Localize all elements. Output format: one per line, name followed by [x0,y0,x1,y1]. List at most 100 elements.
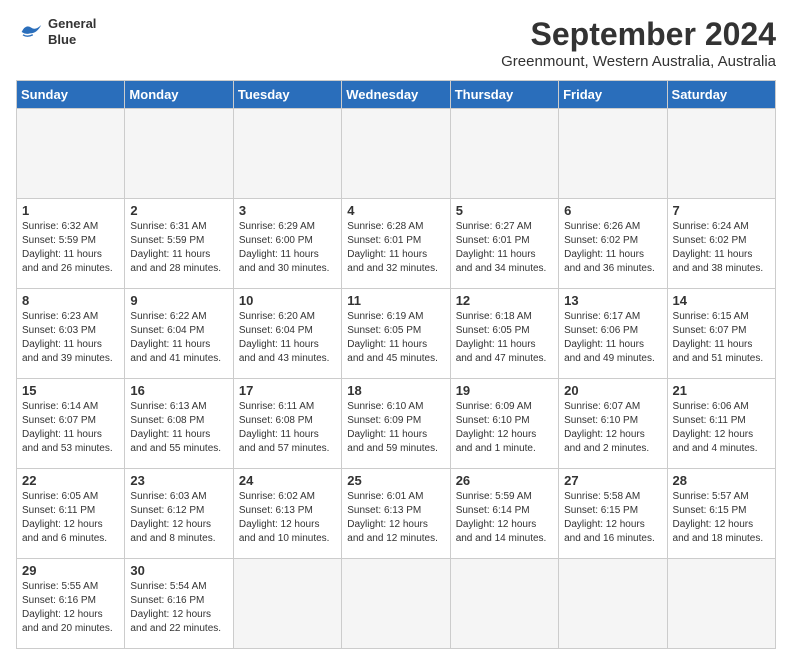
calendar-header-row: SundayMondayTuesdayWednesdayThursdayFrid… [17,81,776,109]
calendar-week-row [17,109,776,199]
day-info: Sunrise: 6:01 AMSunset: 6:13 PMDaylight:… [347,490,444,546]
day-info: Sunrise: 6:02 AMSunset: 6:13 PMDaylight:… [239,490,336,546]
day-number: 19 [456,383,553,398]
calendar-cell: 27 Sunrise: 5:58 AMSunset: 6:15 PMDayligh… [559,469,667,559]
logo: General Blue [16,16,96,47]
day-info: Sunrise: 6:20 AMSunset: 6:04 PMDaylight:… [239,310,336,366]
day-info: Sunrise: 6:03 AMSunset: 6:12 PMDaylight:… [130,490,227,546]
calendar-cell [559,109,667,199]
calendar-cell: 14 Sunrise: 6:15 AMSunset: 6:07 PMDayligh… [667,289,775,379]
day-number: 1 [22,203,119,218]
calendar-cell: 29 Sunrise: 5:55 AMSunset: 6:16 PMDayligh… [17,559,125,649]
calendar-cell: 25 Sunrise: 6:01 AMSunset: 6:13 PMDayligh… [342,469,450,559]
header: General Blue September 2024 Greenmount, … [16,16,776,70]
day-info: Sunrise: 5:58 AMSunset: 6:15 PMDaylight:… [564,490,661,546]
logo-icon [16,18,44,46]
calendar-cell [559,559,667,649]
day-info: Sunrise: 6:19 AMSunset: 6:05 PMDaylight:… [347,310,444,366]
day-info: Sunrise: 6:27 AMSunset: 6:01 PMDaylight:… [456,220,553,276]
day-number: 27 [564,473,661,488]
day-number: 22 [22,473,119,488]
day-info: Sunrise: 6:15 AMSunset: 6:07 PMDaylight:… [673,310,770,366]
day-header-tuesday: Tuesday [233,81,341,109]
day-number: 10 [239,293,336,308]
day-number: 25 [347,473,444,488]
calendar-cell: 6Sunrise: 6:26 AMSunset: 6:02 PMDaylight… [559,199,667,289]
day-info: Sunrise: 6:17 AMSunset: 6:06 PMDaylight:… [564,310,661,366]
day-number: 3 [239,203,336,218]
day-number: 7 [673,203,770,218]
day-number: 12 [456,293,553,308]
calendar-cell: 11 Sunrise: 6:19 AMSunset: 6:05 PMDayligh… [342,289,450,379]
day-info: Sunrise: 5:57 AMSunset: 6:15 PMDaylight:… [673,490,770,546]
calendar-cell: 8 Sunrise: 6:23 AMSunset: 6:03 PMDaylight… [17,289,125,379]
day-header-wednesday: Wednesday [342,81,450,109]
calendar-cell [233,109,341,199]
calendar-cell: 12 Sunrise: 6:18 AMSunset: 6:05 PMDayligh… [450,289,558,379]
calendar-table: SundayMondayTuesdayWednesdayThursdayFrid… [16,80,776,649]
calendar-cell: 20Sunrise: 6:07 AMSunset: 6:10 PMDayligh… [559,379,667,469]
day-number: 14 [673,293,770,308]
day-info: Sunrise: 5:59 AMSunset: 6:14 PMDaylight:… [456,490,553,546]
calendar-cell [233,559,341,649]
day-header-friday: Friday [559,81,667,109]
day-number: 18 [347,383,444,398]
calendar-cell: 24Sunrise: 6:02 AMSunset: 6:13 PMDayligh… [233,469,341,559]
calendar-cell: 1 Sunrise: 6:32 AMSunset: 5:59 PMDaylight… [17,199,125,289]
day-info: Sunrise: 6:14 AMSunset: 6:07 PMDaylight:… [22,400,119,456]
day-number: 6 [564,203,661,218]
calendar-cell: 15 Sunrise: 6:14 AMSunset: 6:07 PMDayligh… [17,379,125,469]
calendar-cell: 5Sunrise: 6:27 AMSunset: 6:01 PMDaylight… [450,199,558,289]
day-info: Sunrise: 6:18 AMSunset: 6:05 PMDaylight:… [456,310,553,366]
day-info: Sunrise: 6:07 AMSunset: 6:10 PMDaylight:… [564,400,661,456]
calendar-cell [667,109,775,199]
calendar-cell: 2 Sunrise: 6:31 AMSunset: 5:59 PMDaylight… [125,199,233,289]
day-number: 4 [347,203,444,218]
day-number: 15 [22,383,119,398]
calendar-cell: 18 Sunrise: 6:10 AMSunset: 6:09 PMDayligh… [342,379,450,469]
calendar-cell: 13 Sunrise: 6:17 AMSunset: 6:06 PMDayligh… [559,289,667,379]
day-info: Sunrise: 6:11 AMSunset: 6:08 PMDaylight:… [239,400,336,456]
day-info: Sunrise: 6:06 AMSunset: 6:11 PMDaylight:… [673,400,770,456]
calendar-week-row: 1 Sunrise: 6:32 AMSunset: 5:59 PMDaylight… [17,199,776,289]
day-number: 8 [22,293,119,308]
calendar-cell: 3Sunrise: 6:29 AMSunset: 6:00 PMDaylight… [233,199,341,289]
calendar-cell: 23 Sunrise: 6:03 AMSunset: 6:12 PMDayligh… [125,469,233,559]
calendar-cell: 9Sunrise: 6:22 AMSunset: 6:04 PMDaylight… [125,289,233,379]
calendar-cell: 28Sunrise: 5:57 AMSunset: 6:15 PMDayligh… [667,469,775,559]
day-number: 13 [564,293,661,308]
day-number: 26 [456,473,553,488]
month-title: September 2024 [501,16,776,53]
day-info: Sunrise: 6:09 AMSunset: 6:10 PMDaylight:… [456,400,553,456]
day-number: 21 [673,383,770,398]
day-number: 2 [130,203,227,218]
calendar-cell: 21 Sunrise: 6:06 AMSunset: 6:11 PMDayligh… [667,379,775,469]
day-header-sunday: Sunday [17,81,125,109]
day-info: Sunrise: 6:23 AMSunset: 6:03 PMDaylight:… [22,310,119,366]
day-info: Sunrise: 6:05 AMSunset: 6:11 PMDaylight:… [22,490,119,546]
day-info: Sunrise: 6:31 AMSunset: 5:59 PMDaylight:… [130,220,227,276]
day-info: Sunrise: 5:55 AMSunset: 6:16 PMDaylight:… [22,580,119,636]
calendar-cell [667,559,775,649]
title-area: September 2024 Greenmount, Western Austr… [501,16,776,70]
calendar-cell: 7Sunrise: 6:24 AMSunset: 6:02 PMDaylight… [667,199,775,289]
calendar-cell: 10 Sunrise: 6:20 AMSunset: 6:04 PMDayligh… [233,289,341,379]
calendar-cell: 4Sunrise: 6:28 AMSunset: 6:01 PMDaylight… [342,199,450,289]
calendar-week-row: 22 Sunrise: 6:05 AMSunset: 6:11 PMDayligh… [17,469,776,559]
location: Greenmount, Western Australia, Australia [501,53,776,70]
day-number: 29 [22,563,119,578]
day-header-saturday: Saturday [667,81,775,109]
day-header-monday: Monday [125,81,233,109]
day-number: 11 [347,293,444,308]
calendar-week-row: 29 Sunrise: 5:55 AMSunset: 6:16 PMDayligh… [17,559,776,649]
day-info: Sunrise: 5:54 AMSunset: 6:16 PMDaylight:… [130,580,227,636]
day-number: 23 [130,473,227,488]
logo-line1: General [48,16,96,31]
calendar-cell: 17Sunrise: 6:11 AMSunset: 6:08 PMDayligh… [233,379,341,469]
logo-line2: Blue [48,32,76,47]
day-info: Sunrise: 6:13 AMSunset: 6:08 PMDaylight:… [130,400,227,456]
day-info: Sunrise: 6:32 AMSunset: 5:59 PMDaylight:… [22,220,119,276]
calendar-cell: 16Sunrise: 6:13 AMSunset: 6:08 PMDayligh… [125,379,233,469]
day-info: Sunrise: 6:10 AMSunset: 6:09 PMDaylight:… [347,400,444,456]
day-number: 9 [130,293,227,308]
